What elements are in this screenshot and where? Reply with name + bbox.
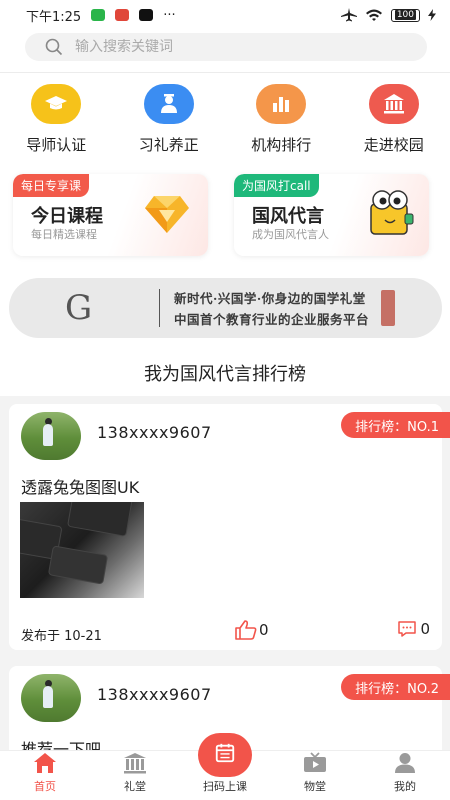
category-nav: 导师认证 习礼养正 机构排行 走进校园	[0, 84, 450, 156]
more-notifications: ···	[163, 7, 176, 23]
banner-line-1: 新时代·兴国学·你身边的国学礼堂	[174, 291, 366, 306]
search-icon	[45, 38, 63, 56]
tab-mine[interactable]: 我的	[360, 751, 450, 800]
banner-text: 新时代·兴国学·你身边的国学礼堂 中国首个教育行业的企业服务平台	[174, 288, 369, 328]
post-username[interactable]: 138xxxx9607	[97, 685, 212, 704]
airplane-mode-icon	[340, 8, 357, 22]
header-divider	[0, 72, 450, 73]
like-count: 0	[259, 621, 269, 639]
tab-label: 物堂	[304, 780, 326, 793]
wifi-icon	[365, 9, 382, 21]
tv-icon	[304, 752, 326, 772]
nav-label: 走进校园	[363, 136, 424, 154]
like-button[interactable]: 0	[235, 620, 269, 640]
seal-stamp	[381, 290, 396, 326]
school-building-icon	[368, 84, 419, 124]
scan-button[interactable]	[198, 733, 252, 777]
tab-label: 首页	[34, 780, 56, 793]
post-username[interactable]: 138xxxx9607	[97, 423, 212, 442]
promo-banner[interactable]: G 新时代·兴国学·你身边的国学礼堂 中国首个教育行业的企业服务平台	[9, 278, 442, 338]
thumbs-up-icon	[235, 620, 257, 640]
tab-label: 我的	[394, 780, 416, 793]
scan-calendar-icon	[215, 743, 235, 763]
tiktok-icon	[139, 9, 154, 21]
tab-label: 礼堂	[124, 780, 146, 793]
nav-label: 导师认证	[26, 136, 87, 154]
bottom-tab-bar: 首页 礼堂 扫码上课 物堂 我的	[0, 733, 450, 800]
promo-subtitle: 每日精选课程	[31, 228, 97, 241]
tab-goods-hall[interactable]: 物堂	[270, 751, 360, 800]
banner-divider	[159, 289, 160, 327]
charging-icon	[428, 9, 436, 21]
promo-tag: 为国风打call	[234, 174, 319, 197]
post-text: 透露兔兔图图UK	[21, 478, 140, 497]
nav-label: 习礼养正	[138, 136, 199, 154]
nav-item-etiquette[interactable]: 习礼养正	[113, 84, 226, 156]
search-input[interactable]	[75, 39, 395, 55]
temple-icon	[124, 753, 146, 774]
promo-row: 每日专享课 今日课程 每日精选课程 为国风打call 国风代言 成为国风代言人	[13, 174, 429, 256]
status-time: 下午1:25	[26, 9, 82, 25]
comment-count: 0	[420, 620, 430, 638]
comment-icon	[398, 621, 417, 637]
promo-subtitle: 成为国风代言人	[252, 228, 329, 241]
brand-logo: G	[65, 288, 93, 328]
battery-icon: 100	[390, 8, 420, 22]
post-date: 发布于 10-21	[21, 629, 102, 644]
tab-label: 扫码上课	[203, 780, 247, 793]
banner-line-2: 中国首个教育行业的企业服务平台	[174, 312, 370, 327]
status-bar: 下午1:25 ··· 100	[0, 0, 450, 30]
avatar[interactable]	[21, 674, 81, 722]
notification-app-icon	[115, 9, 130, 21]
search-bar[interactable]	[25, 33, 427, 61]
rank-badge: 排行榜：NO.2	[341, 674, 450, 700]
promo-title: 今日课程	[31, 206, 103, 227]
wechat-icon	[91, 9, 106, 21]
section-title: 我为国风代言排行榜	[144, 364, 306, 385]
nav-label: 机构排行	[251, 136, 312, 154]
student-icon	[143, 84, 194, 124]
rank-badge: 排行榜：NO.1	[341, 412, 450, 438]
cartoon-character-icon	[370, 190, 414, 235]
nav-item-institution-ranking[interactable]: 机构排行	[225, 84, 338, 156]
home-icon	[34, 753, 56, 773]
promo-card-guofeng-ambassador[interactable]: 为国风打call 国风代言 成为国风代言人	[234, 174, 429, 256]
nav-item-campus[interactable]: 走进校园	[338, 84, 450, 156]
user-icon	[395, 753, 415, 773]
promo-card-today-course[interactable]: 每日专享课 今日课程 每日精选课程	[13, 174, 208, 256]
post-text: 推荐一下吧。	[21, 740, 118, 750]
mortarboard-icon	[31, 84, 82, 124]
tab-scan-class[interactable]: 扫码上课	[180, 733, 270, 800]
post-card[interactable]: 138xxxx9607 排行榜：NO.1 透露兔兔图图UK 发布于 10-21 …	[9, 404, 450, 650]
tab-home[interactable]: 首页	[0, 751, 90, 800]
promo-tag: 每日专享课	[13, 174, 90, 197]
diamond-icon	[145, 196, 189, 233]
avatar[interactable]	[21, 412, 81, 460]
ranking-feed[interactable]: 138xxxx9607 排行榜：NO.1 透露兔兔图图UK 发布于 10-21 …	[0, 396, 450, 750]
promo-title: 国风代言	[252, 206, 324, 227]
tab-hall[interactable]: 礼堂	[90, 751, 180, 800]
nav-item-tutor-certification[interactable]: 导师认证	[0, 84, 113, 156]
post-image[interactable]	[20, 502, 144, 598]
bar-chart-icon	[256, 84, 307, 124]
comment-button[interactable]: 0	[398, 620, 430, 638]
